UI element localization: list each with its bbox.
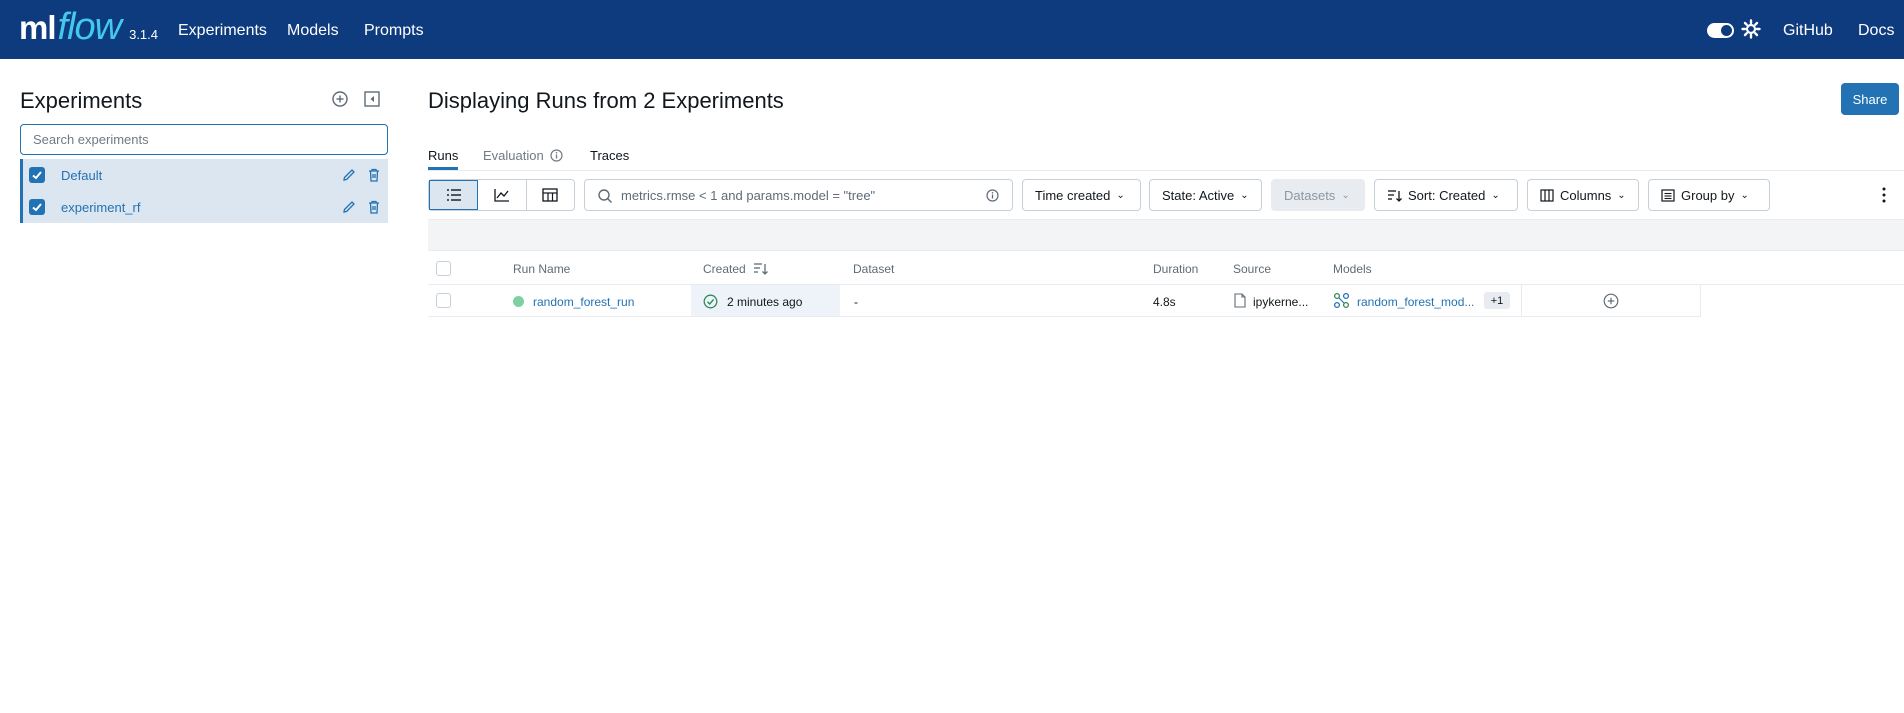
info-icon[interactable] [550, 149, 563, 162]
tab-runs[interactable]: Runs [428, 148, 458, 163]
notebook-file-icon [1234, 293, 1246, 308]
chevron-down-icon: ⌄ [1491, 189, 1500, 201]
sidebar-title: Experiments [20, 88, 143, 113]
duration-value: 4.8s [1153, 295, 1176, 309]
tab-evaluation[interactable]: Evaluation [483, 148, 544, 163]
toggle-knob [1721, 25, 1732, 36]
column-header-source[interactable]: Source [1233, 262, 1271, 276]
column-header-created[interactable]: Created [703, 262, 746, 276]
dark-mode-toggle[interactable] [1707, 23, 1734, 38]
model-link[interactable]: random_forest_mod... [1357, 295, 1474, 309]
chevron-down-icon: ⌄ [1240, 189, 1249, 201]
edit-icon[interactable] [341, 199, 357, 215]
search-icon [598, 189, 613, 204]
run-filter-input[interactable]: metrics.rmse < 1 and params.model = "tre… [584, 179, 1013, 211]
tab-traces[interactable]: Traces [590, 148, 629, 163]
info-icon[interactable] [986, 189, 999, 202]
column-divider [1521, 285, 1522, 317]
row-select-checkbox[interactable] [436, 293, 451, 308]
sort-descending-icon[interactable] [753, 262, 768, 275]
time-created-dropdown[interactable]: Time created ⌄ [1022, 179, 1141, 211]
tabs-divider [428, 170, 1904, 171]
check-circle-icon [703, 294, 718, 309]
nav-prompts[interactable]: Prompts [364, 22, 424, 40]
state-label: State: Active [1162, 187, 1235, 203]
version-label: 3.1.4 [129, 27, 159, 42]
group-icon [1661, 188, 1675, 202]
group-by-label: Group by [1681, 187, 1735, 203]
state-filter-dropdown[interactable]: State: Active ⌄ [1149, 179, 1262, 211]
created-time: 2 minutes ago [727, 295, 803, 309]
list-view-button[interactable] [429, 180, 479, 210]
run-name-link[interactable]: random_forest_run [533, 295, 634, 309]
table-view-button[interactable] [527, 180, 574, 210]
column-header-duration[interactable]: Duration [1153, 262, 1198, 276]
column-divider [1700, 285, 1701, 317]
trash-icon[interactable] [366, 167, 382, 183]
sort-icon [1388, 189, 1402, 202]
checkbox-checked-icon[interactable] [29, 199, 45, 215]
page-title: Displaying Runs from 2 Experiments [428, 88, 784, 113]
experiment-item-experiment-rf[interactable]: experiment_rf [20, 191, 388, 223]
logo-flow-text: flow [57, 6, 123, 48]
group-by-dropdown[interactable]: Group by ⌄ [1648, 179, 1770, 211]
experiment-name[interactable]: experiment_rf [61, 200, 140, 215]
run-status-indicator [513, 296, 524, 307]
datasets-dropdown[interactable]: Datasets ⌄ [1271, 179, 1365, 211]
columns-label: Columns [1560, 187, 1612, 203]
select-all-checkbox[interactable] [436, 261, 451, 276]
search-experiments-input[interactable]: Search experiments [20, 124, 388, 155]
columns-dropdown[interactable]: Columns ⌄ [1527, 179, 1639, 211]
more-options-icon[interactable] [1878, 186, 1890, 204]
extra-models-badge[interactable]: +1 [1484, 292, 1510, 309]
experiment-name[interactable]: Default [61, 168, 102, 183]
mlflow-logo[interactable]: ml flow 3.1.4 [19, 6, 158, 49]
column-header-run-name[interactable]: Run Name [513, 262, 570, 276]
filter-text: metrics.rmse < 1 and params.model = "tre… [621, 187, 876, 203]
source-value[interactable]: ipykerne... [1253, 295, 1308, 309]
column-header-models[interactable]: Models [1333, 262, 1372, 276]
checkbox-checked-icon[interactable] [29, 167, 45, 183]
experiment-item-default[interactable]: Default [20, 159, 388, 191]
list-icon [446, 189, 461, 201]
time-created-label: Time created [1035, 187, 1111, 203]
chart-view-button[interactable] [478, 180, 527, 210]
model-icon [1333, 292, 1350, 309]
chevron-down-icon: ⌄ [1617, 189, 1626, 201]
logo-ml-text: ml [19, 9, 57, 46]
trash-icon[interactable] [366, 199, 382, 215]
gear-icon[interactable] [1741, 19, 1761, 39]
nav-github[interactable]: GitHub [1783, 22, 1833, 40]
table-group-header [428, 219, 1904, 251]
edit-icon[interactable] [341, 167, 357, 183]
nav-models[interactable]: Models [287, 22, 339, 40]
chevron-down-icon: ⌄ [1341, 189, 1350, 201]
columns-icon [1540, 188, 1554, 202]
view-mode-toggle [428, 179, 575, 211]
sort-label: Sort: Created [1408, 187, 1486, 203]
collapse-sidebar-icon[interactable] [363, 90, 381, 108]
chevron-down-icon: ⌄ [1116, 189, 1125, 201]
nav-experiments[interactable]: Experiments [178, 22, 267, 40]
chevron-down-icon: ⌄ [1740, 189, 1749, 201]
share-button[interactable]: Share [1841, 83, 1899, 115]
dataset-value: - [854, 295, 858, 309]
column-header-dataset[interactable]: Dataset [853, 262, 894, 276]
datasets-label: Datasets [1284, 187, 1336, 203]
sort-dropdown[interactable]: Sort: Created ⌄ [1374, 179, 1518, 211]
add-experiment-icon[interactable] [331, 90, 349, 108]
top-navigation-bar: ml flow 3.1.4 Experiments Models Prompts… [0, 0, 1904, 59]
add-column-icon[interactable] [1603, 293, 1619, 309]
chart-line-icon [494, 189, 509, 202]
table-icon [542, 188, 558, 202]
nav-docs[interactable]: Docs [1858, 22, 1894, 40]
